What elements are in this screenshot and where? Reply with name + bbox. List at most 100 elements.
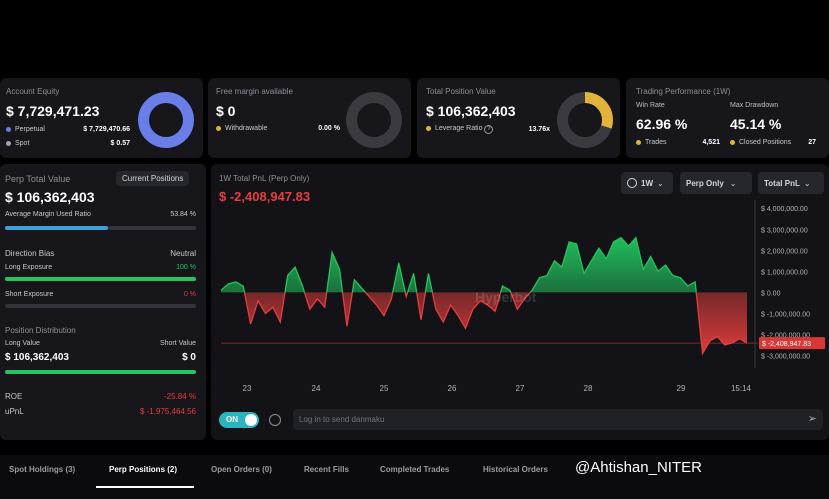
short-dist-value: $ 0 xyxy=(182,352,196,363)
roe-label: ROE xyxy=(5,392,23,401)
x-tick-label: 27 xyxy=(516,384,525,393)
help-icon[interactable]: ? xyxy=(484,125,494,134)
short-exposure-row: Short Exposure 0 % xyxy=(5,291,196,298)
chevron-down-icon: ⌄ xyxy=(803,178,811,188)
distribution-labels-row: Long Value Short Value xyxy=(5,340,196,347)
avg-margin-bar xyxy=(5,226,196,230)
distribution-label: Position Distribution xyxy=(5,326,76,335)
tab-perp-positions[interactable]: Perp Positions (2) xyxy=(109,465,177,474)
bottom-tab-bar xyxy=(0,455,829,499)
perpetual-label: Perpetual xyxy=(15,126,45,133)
metric-select[interactable]: Total PnL ⌄ xyxy=(758,172,824,194)
x-tick-label: 26 xyxy=(448,384,457,393)
last-value-label: $ -2,408,947.83 xyxy=(762,341,811,348)
y-tick-label: $ -3,000,000.00 xyxy=(761,354,810,361)
position-value-card: Total Position Value $ 106,362,403 Lever… xyxy=(417,78,620,158)
avg-margin-fill xyxy=(5,226,108,230)
leverage-label: Leverage Ratio xyxy=(435,125,483,132)
timeframe-select[interactable]: 1W ⌄ xyxy=(621,172,673,194)
spot-row: Spot $ 0.57 xyxy=(6,140,130,147)
direction-value: Neutral xyxy=(170,249,196,258)
toggle-knob xyxy=(245,414,257,426)
perpetual-dot xyxy=(6,126,11,132)
x-tick-label: 23 xyxy=(243,384,252,393)
perpetual-row: Perpetual $ 7,729,470.66 xyxy=(6,126,130,133)
win-rate-label: Win Rate xyxy=(636,102,665,109)
avg-margin-value: 53.84 % xyxy=(170,211,196,218)
closed-value: 27 xyxy=(808,139,816,146)
closed-dot xyxy=(730,139,735,145)
leverage-row: Leverage Ratio ? 13.76x xyxy=(426,125,550,134)
long-exposure-bar xyxy=(5,277,196,281)
closed-positions-row: Closed Positions 27 xyxy=(730,139,816,146)
direction-label: Direction Bias xyxy=(5,249,55,258)
y-tick-label: $ -1,000,000.00 xyxy=(761,311,810,318)
pnl-chart-panel: 1W Total PnL (Perp Only) $ -2,408,947.83… xyxy=(211,164,829,440)
long-exposure-value: 100 % xyxy=(176,264,196,271)
x-tick-label: 24 xyxy=(312,384,321,393)
upnl-row: uPnL $ -1,975,464.56 xyxy=(5,407,196,416)
danmaku-input[interactable] xyxy=(299,412,779,427)
send-icon[interactable]: ➢ xyxy=(808,412,817,425)
account-equity-label: Account Equity xyxy=(6,87,60,96)
y-tick-label: $ 1,000,000.00 xyxy=(761,269,808,276)
author-watermark: @Ahtishan_NITER xyxy=(575,459,702,476)
withdrawable-value: 0.00 % xyxy=(318,125,340,132)
x-tick-label: 28 xyxy=(584,384,593,393)
spot-dot xyxy=(6,140,11,146)
toggle-label: ON xyxy=(226,415,238,424)
chart-watermark: Hyperbot xyxy=(475,289,537,305)
free-margin-label: Free margin available xyxy=(216,87,293,96)
tab-open-orders[interactable]: Open Orders (0) xyxy=(211,465,272,474)
x-tick-label: 29 xyxy=(677,384,686,393)
danmaku-input-box[interactable]: ➢ xyxy=(293,409,823,430)
tab-historical-orders[interactable]: Historical Orders xyxy=(483,465,548,474)
free-margin-value: $ 0 xyxy=(216,103,236,119)
tab-active-indicator xyxy=(96,486,194,488)
current-positions-button[interactable]: Current Positions xyxy=(116,171,190,186)
chevron-down-icon: ⌄ xyxy=(729,178,737,188)
y-tick-label: $ 3,000,000.00 xyxy=(761,227,808,234)
tab-spot-holdings[interactable]: Spot Holdings (3) xyxy=(9,465,75,474)
tab-completed-trades[interactable]: Completed Trades xyxy=(380,465,449,474)
trading-performance-card: Trading Performance (1W) Win Rate Max Dr… xyxy=(626,78,829,158)
y-tick-label: $ 4,000,000.00 xyxy=(761,206,808,213)
withdrawable-row: Withdrawable 0.00 % xyxy=(216,125,340,132)
y-tick-label: $ 0.00 xyxy=(761,290,781,297)
equity-donut-chart xyxy=(138,92,194,148)
free-margin-card: Free margin available $ 0 Withdrawable 0… xyxy=(208,78,411,158)
short-exposure-bar xyxy=(5,304,196,308)
filter-value: Perp Only xyxy=(686,178,724,188)
trades-row: Trades 4,521 xyxy=(636,139,720,146)
upnl-value: $ -1,975,464.56 xyxy=(139,407,196,416)
trades-label: Trades xyxy=(645,139,667,146)
long-exposure-fill xyxy=(5,277,196,281)
avg-margin-row: Average Margin Used Ratio 53.84 % xyxy=(5,211,196,218)
long-exposure-label: Long Exposure xyxy=(5,264,53,271)
position-value-label: Total Position Value xyxy=(426,87,496,96)
y-tick-label: $ 2,000,000.00 xyxy=(761,248,808,255)
metric-value: Total PnL xyxy=(764,178,800,188)
spot-value: $ 0.57 xyxy=(110,140,130,147)
filter-select[interactable]: Perp Only ⌄ xyxy=(680,172,752,194)
clock-icon xyxy=(627,178,637,188)
position-value-amount: $ 106,362,403 xyxy=(426,103,516,119)
withdrawable-dot xyxy=(216,125,221,131)
trades-dot xyxy=(636,139,641,145)
position-donut-chart xyxy=(557,92,613,148)
danmaku-toggle[interactable]: ON xyxy=(219,412,259,428)
timeframe-value: 1W xyxy=(641,178,653,188)
closed-label: Closed Positions xyxy=(739,139,792,146)
drawdown-value: 45.14 % xyxy=(730,116,782,132)
win-rate-value: 62.96 % xyxy=(636,116,688,132)
chevron-down-icon: ⌄ xyxy=(657,178,664,188)
perpetual-value: $ 7,729,470.66 xyxy=(83,126,130,133)
x-tick-label: 15:14 xyxy=(731,384,752,393)
performance-label: Trading Performance (1W) xyxy=(636,87,731,96)
danmaku-settings-icon[interactable] xyxy=(269,414,281,426)
withdrawable-label: Withdrawable xyxy=(225,125,268,132)
short-exposure-label: Short Exposure xyxy=(5,291,54,298)
tab-recent-fills[interactable]: Recent Fills xyxy=(304,465,349,474)
distribution-values-row: $ 106,362,403 $ 0 xyxy=(5,352,196,363)
chart-title: 1W Total PnL (Perp Only) xyxy=(219,174,310,183)
